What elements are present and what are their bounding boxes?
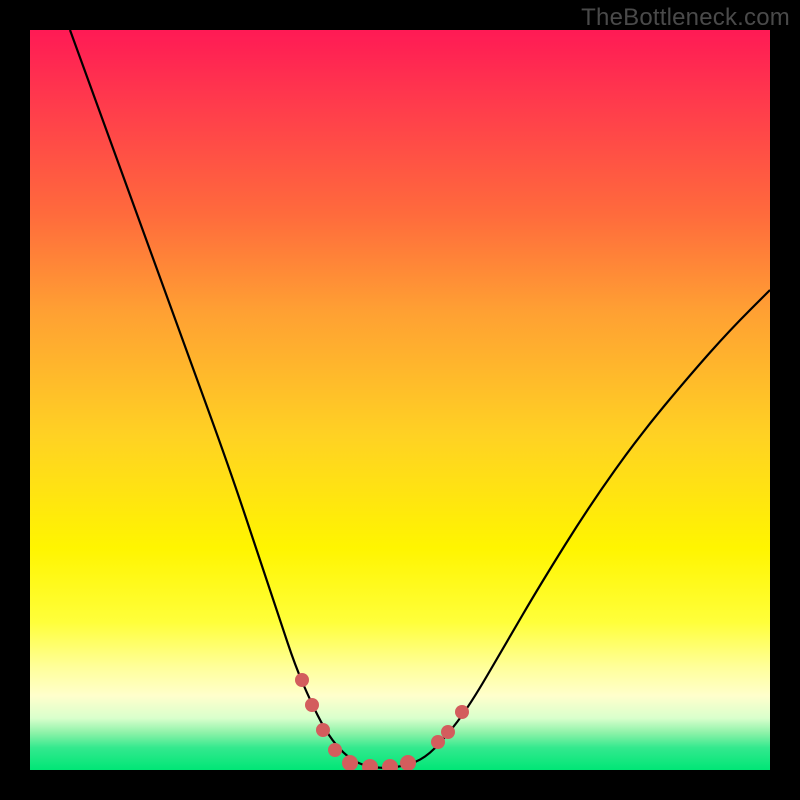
curve-marker <box>362 759 378 770</box>
curve-marker <box>316 723 330 737</box>
chart-svg <box>30 30 770 770</box>
curve-marker <box>382 759 398 770</box>
curve-marker <box>295 673 309 687</box>
curve-marker <box>455 705 469 719</box>
curve-group <box>70 30 770 768</box>
right-curve <box>385 290 770 768</box>
curve-marker <box>441 725 455 739</box>
curve-marker <box>342 755 358 770</box>
curve-marker <box>400 755 416 770</box>
left-curve <box>70 30 385 768</box>
watermark-text: TheBottleneck.com <box>581 4 790 32</box>
curve-marker <box>328 743 342 757</box>
curve-marker <box>431 735 445 749</box>
chart-plot-area <box>30 30 770 770</box>
curve-marker <box>305 698 319 712</box>
